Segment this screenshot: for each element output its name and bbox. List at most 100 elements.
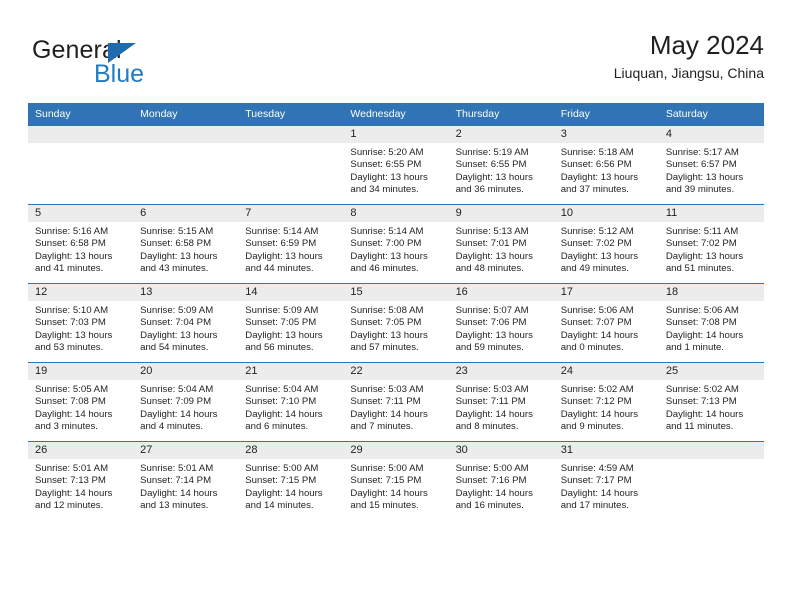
calendar-day-cell-empty (28, 125, 134, 205)
day-number: 13 (133, 284, 239, 301)
day-number: 30 (448, 442, 554, 459)
calendar-day-cell[interactable]: 23 Sunrise: 5:03 AM Sunset: 7:11 PM Dayligh… (448, 362, 554, 442)
day-cell-content: 4 Sunrise: 5:17 AM Sunset: 6:57 PM Daylight… (658, 126, 764, 204)
day-details: Sunrise: 5:09 AM Sunset: 7:04 PM Daylight:… (133, 301, 238, 355)
calendar-day-cell[interactable]: 26 Sunrise: 5:01 AM Sunset: 7:13 PM Dayligh… (28, 441, 134, 520)
day-details: Sunrise: 5:18 AM Sunset: 6:56 PM Daylight:… (554, 143, 659, 197)
calendar-day-cell[interactable]: 30 Sunrise: 5:00 AM Sunset: 7:16 PM Dayligh… (448, 441, 554, 520)
calendar-day-cell[interactable]: 7 Sunrise: 5:14 AM Sunset: 6:59 PM Daylight… (238, 204, 344, 284)
calendar-day-cell[interactable]: 27 Sunrise: 5:01 AM Sunset: 7:14 PM Dayligh… (133, 441, 239, 520)
day-details: Sunrise: 5:03 AM Sunset: 7:11 PM Daylight:… (343, 380, 448, 434)
calendar-day-cell[interactable]: 9 Sunrise: 5:13 AM Sunset: 7:01 PM Daylight… (448, 204, 554, 284)
day-details: Sunrise: 5:14 AM Sunset: 7:00 PM Daylight:… (343, 222, 448, 276)
calendar-day-cell[interactable]: 5 Sunrise: 5:16 AM Sunset: 6:58 PM Daylight… (28, 204, 134, 284)
daylight-text-line1: Daylight: 13 hours (350, 250, 428, 262)
daylight-text-line1: Daylight: 13 hours (350, 171, 428, 183)
calendar-day-cell[interactable]: 24 Sunrise: 5:02 AM Sunset: 7:12 PM Dayligh… (553, 362, 659, 442)
calendar-day-cell[interactable]: 17 Sunrise: 5:06 AM Sunset: 7:07 PM Dayligh… (553, 283, 659, 363)
calendar-day-cell[interactable]: 28 Sunrise: 5:00 AM Sunset: 7:15 PM Dayligh… (238, 441, 344, 520)
daylight-text-line2: and 4 minutes. (140, 421, 204, 433)
sunset-text: Sunset: 7:09 PM (140, 396, 212, 408)
daylight-text-line1: Daylight: 13 hours (35, 329, 113, 341)
calendar-grid: Sunday Monday Tuesday Wednesday Thursday… (28, 103, 764, 520)
day-number: 21 (238, 363, 344, 380)
calendar-day-cell[interactable]: 1 Sunrise: 5:20 AM Sunset: 6:55 PM Daylight… (343, 125, 449, 205)
calendar-day-cell[interactable]: 16 Sunrise: 5:07 AM Sunset: 7:06 PM Dayligh… (448, 283, 554, 363)
day-details: Sunrise: 5:11 AM Sunset: 7:02 PM Daylight:… (659, 222, 764, 276)
day-cell-content: 12 Sunrise: 5:10 AM Sunset: 7:03 PM Dayligh… (28, 284, 134, 362)
calendar-day-cell[interactable]: 13 Sunrise: 5:09 AM Sunset: 7:04 PM Dayligh… (133, 283, 239, 363)
sunrise-text: Sunrise: 5:15 AM (140, 226, 214, 237)
calendar-day-cell[interactable]: 10 Sunrise: 5:12 AM Sunset: 7:02 PM Dayligh… (553, 204, 659, 284)
daylight-text-line1: Daylight: 13 hours (245, 250, 323, 262)
day-details: Sunrise: 5:00 AM Sunset: 7:15 PM Daylight:… (238, 459, 343, 513)
logo-word-blue: Blue (94, 60, 145, 88)
calendar-week-row: 5 Sunrise: 5:16 AM Sunset: 6:58 PM Daylight… (28, 204, 764, 284)
weekday-header-wednesday: Wednesday (343, 103, 449, 126)
daylight-text-line2: and 13 minutes. (140, 500, 209, 512)
day-details: Sunrise: 5:14 AM Sunset: 6:59 PM Daylight:… (238, 222, 343, 276)
day-number: 10 (553, 205, 659, 222)
day-cell-content: 8 Sunrise: 5:14 AM Sunset: 7:00 PM Daylight… (343, 205, 449, 283)
sunrise-text: Sunrise: 5:16 AM (35, 226, 109, 237)
calendar-day-cell[interactable]: 22 Sunrise: 5:03 AM Sunset: 7:11 PM Dayligh… (343, 362, 449, 442)
calendar-day-cell[interactable]: 4 Sunrise: 5:17 AM Sunset: 6:57 PM Daylight… (658, 125, 764, 205)
day-number: 29 (343, 442, 449, 459)
sunset-text: Sunset: 7:06 PM (455, 317, 527, 329)
sunrise-text: Sunrise: 5:04 AM (140, 384, 214, 395)
calendar-day-cell[interactable]: 21 Sunrise: 5:04 AM Sunset: 7:10 PM Dayligh… (238, 362, 344, 442)
sunset-text: Sunset: 7:10 PM (245, 396, 317, 408)
calendar-day-cell-empty (238, 125, 344, 205)
sunrise-text: Sunrise: 5:17 AM (665, 147, 739, 158)
day-cell-content (133, 126, 239, 204)
sunrise-text: Sunrise: 5:05 AM (35, 384, 109, 395)
day-details: Sunrise: 5:12 AM Sunset: 7:02 PM Daylight:… (554, 222, 659, 276)
day-cell-content: 28 Sunrise: 5:00 AM Sunset: 7:15 PM Dayligh… (238, 442, 344, 520)
day-number: 5 (28, 205, 134, 222)
sunrise-text: Sunrise: 5:12 AM (560, 226, 634, 237)
day-number: 3 (553, 126, 659, 143)
day-number: 31 (553, 442, 659, 459)
calendar-day-cell[interactable]: 2 Sunrise: 5:19 AM Sunset: 6:55 PM Daylight… (448, 125, 554, 205)
sunrise-text: Sunrise: 5:09 AM (140, 305, 214, 316)
day-cell-content: 7 Sunrise: 5:14 AM Sunset: 6:59 PM Daylight… (238, 205, 344, 283)
daylight-text-line1: Daylight: 14 hours (455, 408, 533, 420)
daylight-text-line2: and 11 minutes. (665, 421, 734, 433)
calendar-day-cell[interactable]: 11 Sunrise: 5:11 AM Sunset: 7:02 PM Dayligh… (658, 204, 764, 284)
daylight-text-line2: and 1 minute. (665, 342, 724, 354)
calendar-day-cell[interactable]: 19 Sunrise: 5:05 AM Sunset: 7:08 PM Dayligh… (28, 362, 134, 442)
daylight-text-line1: Daylight: 14 hours (350, 487, 428, 499)
day-cell-content: 11 Sunrise: 5:11 AM Sunset: 7:02 PM Dayligh… (658, 205, 764, 283)
calendar-body: 1 Sunrise: 5:20 AM Sunset: 6:55 PM Daylight… (28, 125, 764, 520)
day-number: 26 (28, 442, 134, 459)
calendar-week-row: 26 Sunrise: 5:01 AM Sunset: 7:13 PM Dayligh… (28, 441, 764, 520)
calendar-day-cell[interactable]: 31 Sunrise: 4:59 AM Sunset: 7:17 PM Dayligh… (553, 441, 659, 520)
sunrise-text: Sunrise: 5:02 AM (665, 384, 739, 395)
calendar-header-row: Sunday Monday Tuesday Wednesday Thursday… (28, 103, 764, 126)
calendar-day-cell[interactable]: 12 Sunrise: 5:10 AM Sunset: 7:03 PM Dayligh… (28, 283, 134, 363)
calendar-day-cell[interactable]: 14 Sunrise: 5:09 AM Sunset: 7:05 PM Dayligh… (238, 283, 344, 363)
day-details: Sunrise: 5:13 AM Sunset: 7:01 PM Daylight:… (449, 222, 554, 276)
daylight-text-line2: and 53 minutes. (35, 342, 104, 354)
calendar-day-cell[interactable]: 18 Sunrise: 5:06 AM Sunset: 7:08 PM Dayligh… (658, 283, 764, 363)
general-blue-logo[interactable]: General Blue (32, 36, 242, 92)
calendar-day-cell[interactable]: 29 Sunrise: 5:00 AM Sunset: 7:15 PM Dayligh… (343, 441, 449, 520)
day-cell-content: 25 Sunrise: 5:02 AM Sunset: 7:13 PM Dayligh… (658, 363, 764, 441)
calendar-day-cell[interactable]: 8 Sunrise: 5:14 AM Sunset: 7:00 PM Daylight… (343, 204, 449, 284)
calendar-day-cell[interactable]: 3 Sunrise: 5:18 AM Sunset: 6:56 PM Daylight… (553, 125, 659, 205)
day-cell-content: 31 Sunrise: 4:59 AM Sunset: 7:17 PM Dayligh… (553, 442, 659, 520)
calendar-day-cell[interactable]: 15 Sunrise: 5:08 AM Sunset: 7:05 PM Dayligh… (343, 283, 449, 363)
day-number: 27 (133, 442, 239, 459)
day-cell-content: 9 Sunrise: 5:13 AM Sunset: 7:01 PM Daylight… (448, 205, 554, 283)
day-cell-content: 13 Sunrise: 5:09 AM Sunset: 7:04 PM Dayligh… (133, 284, 239, 362)
daylight-text-line1: Daylight: 13 hours (665, 171, 744, 183)
calendar-day-cell[interactable]: 20 Sunrise: 5:04 AM Sunset: 7:09 PM Dayligh… (133, 362, 239, 442)
calendar-day-cell[interactable]: 25 Sunrise: 5:02 AM Sunset: 7:13 PM Dayligh… (658, 362, 764, 442)
sunset-text: Sunset: 7:15 PM (350, 475, 422, 487)
day-details: Sunrise: 5:15 AM Sunset: 6:58 PM Daylight:… (133, 222, 238, 276)
sunset-text: Sunset: 7:12 PM (560, 396, 632, 408)
daylight-text-line2: and 8 minutes. (455, 421, 519, 433)
weekday-header-monday: Monday (133, 103, 239, 126)
sunrise-text: Sunrise: 5:14 AM (350, 226, 424, 237)
calendar-day-cell[interactable]: 6 Sunrise: 5:15 AM Sunset: 6:58 PM Daylight… (133, 204, 239, 284)
